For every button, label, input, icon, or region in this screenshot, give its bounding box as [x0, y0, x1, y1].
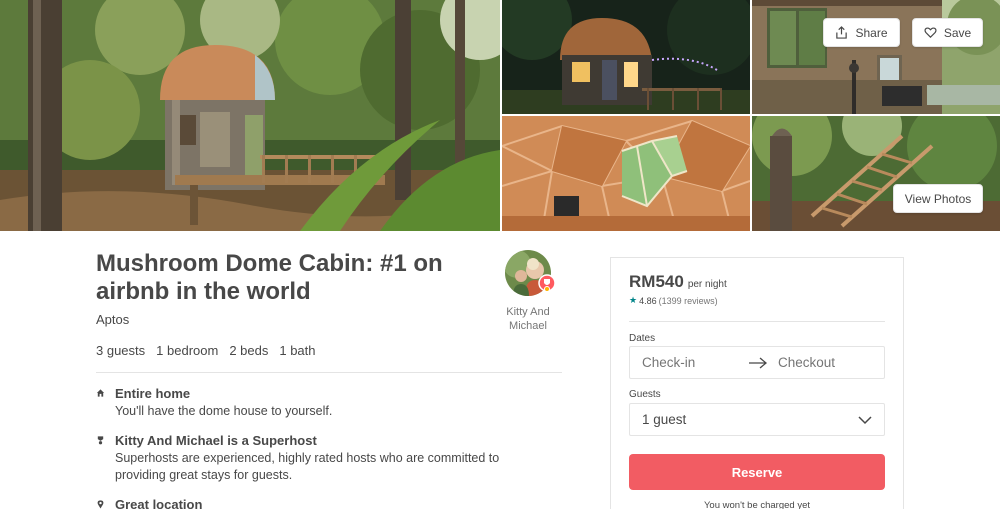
feature-description: Superhosts are experienced, highly rated…	[115, 451, 500, 482]
listing-location[interactable]: Aptos	[96, 312, 129, 327]
share-label: Share	[855, 25, 888, 40]
price-unit: per night	[687, 279, 727, 290]
location-pin-icon	[97, 500, 104, 509]
dates-label: Dates	[629, 333, 656, 344]
home-icon	[96, 389, 105, 397]
save-label: Save	[943, 25, 972, 40]
listing-title: Mushroom Dome Cabin: #1 on airbnb in the…	[96, 250, 443, 305]
superhost-badge-icon	[97, 436, 104, 445]
review-count: (1399 reviews)	[658, 295, 718, 306]
charge-note: You won't be charged yet	[703, 500, 811, 509]
view-photos-label: View Photos	[904, 191, 972, 206]
checkout-field[interactable]: Checkout	[778, 355, 835, 370]
night-photo[interactable]	[502, 0, 750, 114]
nightly-price: RM540 per night	[629, 272, 727, 292]
feature-title: Entire home	[115, 386, 191, 401]
divider	[629, 321, 885, 322]
main-photo[interactable]	[0, 0, 500, 231]
share-button[interactable]: Share	[823, 18, 900, 47]
guests-select[interactable]: 1 guest	[629, 403, 885, 436]
checkin-field[interactable]: Check-in	[642, 355, 695, 370]
chevron-down-icon	[858, 416, 872, 425]
star-icon: ★	[629, 295, 638, 305]
rating-value: 4.86	[639, 295, 657, 306]
view-photos-button[interactable]: View Photos	[893, 184, 983, 213]
guests-value: 1 guest	[642, 412, 687, 427]
arrow-right-icon	[749, 357, 768, 369]
feature-description: You'll have the dome house to yourself.	[115, 404, 333, 418]
bedrooms-stat: 1 bedroom	[156, 343, 219, 358]
heart-icon	[924, 27, 937, 38]
listing-stats: 3 guests 1 bedroom 2 beds 1 bath	[96, 343, 316, 358]
date-range-picker[interactable]: Check-in Checkout	[629, 346, 885, 379]
host-name[interactable]: Kitty And Michael	[498, 305, 558, 333]
dome-interior-photo[interactable]	[502, 116, 750, 231]
share-icon	[836, 26, 848, 39]
reserve-button[interactable]: Reserve	[629, 454, 885, 490]
superhost-badge-icon	[538, 274, 556, 292]
beds-stat: 2 beds	[229, 343, 269, 358]
photo-gallery: Share Save View Photos	[0, 0, 1000, 231]
rating-summary[interactable]: ★ 4.86 (1399 reviews)	[629, 295, 718, 306]
price-amount: RM540	[629, 272, 684, 291]
save-button[interactable]: Save	[912, 18, 983, 47]
guests-label: Guests	[629, 389, 661, 400]
booking-panel: RM540 per night ★ 4.86 (1399 reviews) Da…	[610, 257, 904, 509]
feature-title: Kitty And Michael is a Superhost	[115, 433, 317, 448]
guests-stat: 3 guests	[96, 343, 146, 358]
feature-title: Great location	[115, 497, 203, 509]
divider	[96, 372, 562, 373]
stairs-photo[interactable]	[752, 116, 1000, 231]
baths-stat: 1 bath	[279, 343, 316, 358]
